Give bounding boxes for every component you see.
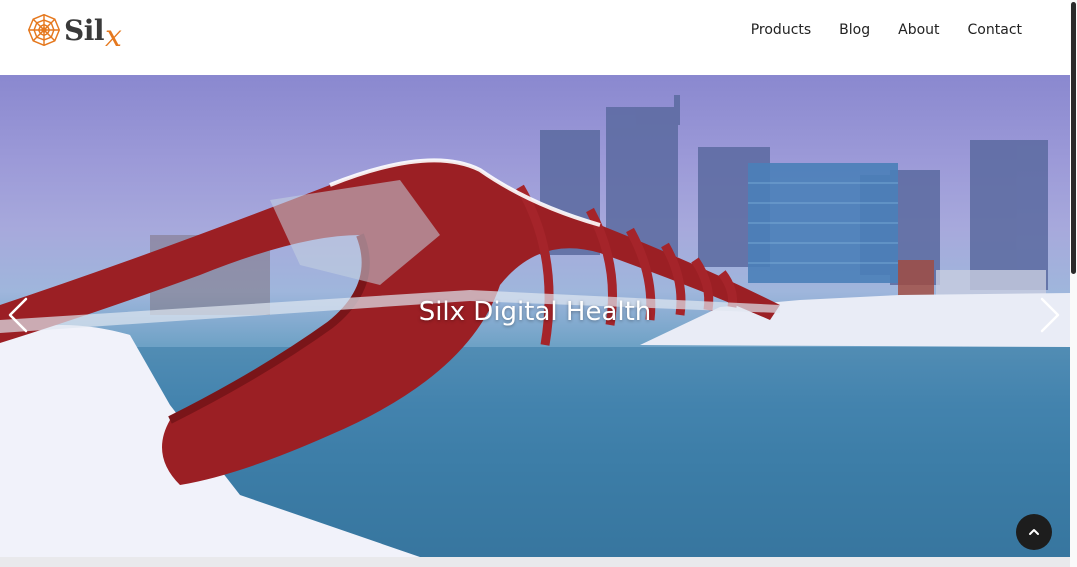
nav-item-blog[interactable]: Blog xyxy=(839,20,870,40)
brand-name: Sil xyxy=(64,13,105,47)
page-scrollbar[interactable] xyxy=(1070,0,1077,567)
hero-carousel: Silx Digital Health xyxy=(0,75,1070,557)
nav-item-contact[interactable]: Contact xyxy=(968,20,1022,40)
brand-logo[interactable]: Sil x xyxy=(26,10,122,54)
scrollbar-thumb[interactable] xyxy=(1071,2,1076,274)
brand-name-accent: x xyxy=(105,18,122,54)
chevron-right-icon xyxy=(1040,297,1060,333)
main-nav: Products Blog About Contact xyxy=(751,20,1022,40)
chevron-up-icon xyxy=(1029,529,1039,535)
nav-item-about[interactable]: About xyxy=(898,20,939,40)
hero-title: Silx Digital Health xyxy=(418,297,652,327)
site-header: Sil x Products Blog About Contact xyxy=(0,0,1070,75)
chevron-left-icon xyxy=(8,297,28,333)
spiderweb-icon xyxy=(27,13,61,47)
nav-item-products[interactable]: Products xyxy=(751,20,811,40)
page-section-divider xyxy=(0,557,1070,567)
carousel-next-button[interactable] xyxy=(1038,297,1062,333)
scroll-to-top-button[interactable] xyxy=(1016,514,1052,550)
carousel-prev-button[interactable] xyxy=(6,297,30,333)
